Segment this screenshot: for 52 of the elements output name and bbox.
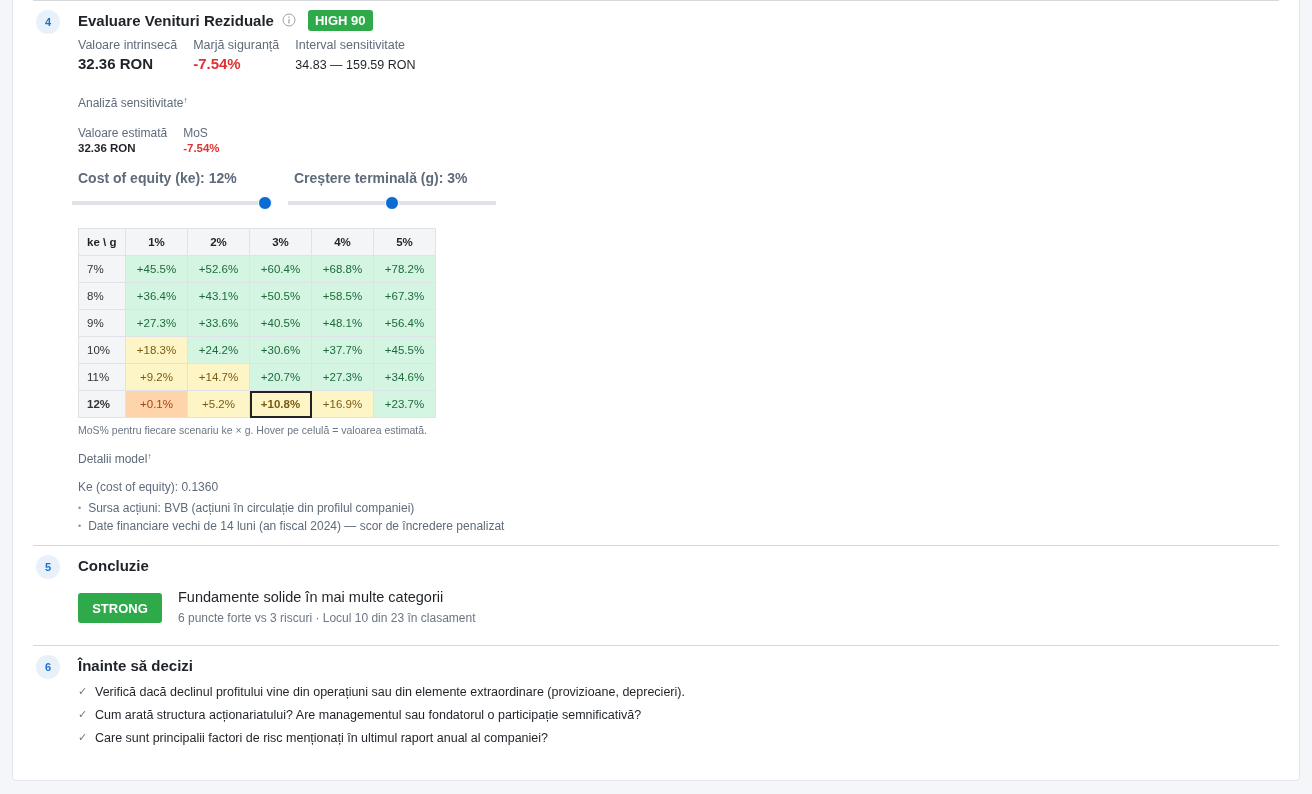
table-header: 3% — [249, 228, 312, 256]
section-title: Evaluare Venituri Reziduale — [78, 11, 274, 29]
table-note: MoS% pentru fiecare scenariu ke × g. Hover pe celulă = valoarea estimată. — [78, 424, 429, 436]
section-subtitle: Detalii model — [78, 452, 148, 466]
slider-thumb[interactable] — [385, 196, 399, 210]
row-header: 12% — [78, 390, 126, 418]
checklist-item: Cum arată structura acționariatului? Are managementul sau fondatorul o participație semnificativă? — [95, 708, 642, 722]
section-number: 6 — [36, 655, 60, 679]
slider-label: Creștere terminală (g): 3% — [294, 170, 469, 186]
model-detail: Ke (cost of equity): 0.1360 — [78, 480, 220, 494]
estimate-label: Valoare estimată — [78, 126, 168, 140]
check-icon: ✓ — [78, 685, 87, 699]
section-title: Înainte să decizi — [78, 656, 194, 674]
slider-label: Cost of equity (ke): 12% — [78, 170, 238, 186]
row-header: 7% — [78, 255, 126, 283]
check-icon: ✓ — [78, 731, 87, 745]
bullet-icon: • — [78, 517, 82, 535]
estimate-value: 32.36 RON — [78, 142, 137, 154]
toggle-arrow-icon[interactable]: ↑ — [147, 452, 152, 461]
metric-value: 34.83 — 159.59 RON — [295, 58, 416, 72]
metric-value: -7.54% — [193, 55, 242, 72]
verdict-headline: Fundamente solide în mai multe categorii — [178, 589, 445, 605]
row-header: 9% — [78, 309, 126, 337]
check-icon: ✓ — [78, 708, 87, 722]
section-subtitle: Analiză sensitivitate — [78, 96, 184, 110]
bullet-icon: • — [78, 499, 82, 517]
checklist-item: Verifică dacă declinul profitului vine din operațiuni sau din elemente extraordinare (provizioane, deprecieri). — [95, 685, 685, 699]
section-title: Concluzie — [78, 556, 149, 574]
verdict-summary: 6 puncte forte vs 3 riscuri · Locul 10 din 23 în clasament — [178, 611, 476, 625]
section-number: 5 — [36, 555, 60, 579]
row-header: 11% — [78, 363, 126, 391]
table-header: ke \ g — [78, 228, 126, 256]
metric-label: Marjă siguranță — [193, 38, 280, 52]
rating-badge: HIGH 90 — [307, 9, 373, 31]
estimate-value: -7.54% — [183, 142, 220, 154]
checklist-item: Care sunt principalii factori de risc menționați în ultimul raport anual al companiei? — [95, 731, 548, 745]
bullet-item: Date financiare vechi de 14 luni (an fiscal 2024) — scor de încredere penalizat — [88, 518, 505, 535]
table-header: 4% — [311, 228, 374, 256]
bullet-item: Sursa acțiuni: BVB (acțiuni în circulație din profilul companiei) — [88, 500, 415, 517]
slider-thumb[interactable] — [258, 196, 272, 210]
section-number: 4 — [36, 10, 60, 34]
metric-value: 32.36 RON — [78, 55, 155, 72]
table-header: 5% — [373, 228, 436, 256]
metric-label: Interval sensitivitate — [295, 38, 407, 52]
row-header: 8% — [78, 282, 126, 310]
estimate-label: MoS — [183, 126, 209, 140]
toggle-arrow-icon[interactable]: ↑ — [183, 96, 188, 105]
metric-label: Valoare intrinsecă — [78, 38, 178, 52]
table-header: 1% — [125, 228, 188, 256]
row-header: 10% — [78, 336, 126, 364]
verdict-badge: STRONG — [78, 593, 162, 623]
table-header: 2% — [187, 228, 250, 256]
